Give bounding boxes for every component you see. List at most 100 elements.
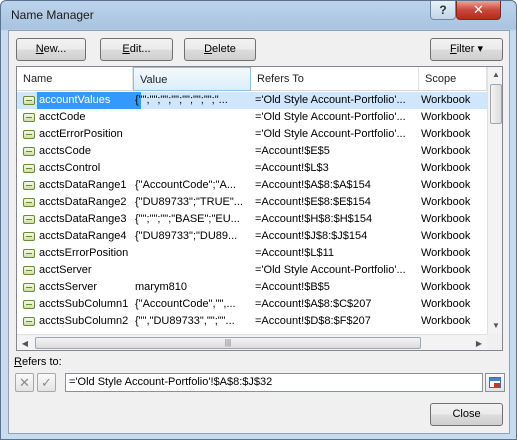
scroll-corner xyxy=(487,334,502,350)
scroll-right-icon[interactable]: ▶ xyxy=(471,335,487,350)
refers-to-cell: =Account!$A$8:$C$207 xyxy=(255,298,372,310)
scope-cell: Workbook xyxy=(421,281,471,293)
chevron-down-icon: ▾ xyxy=(477,43,484,55)
value-cell: {"AccountCode";"A... xyxy=(135,179,236,191)
column-header-refers-to[interactable]: Refers To xyxy=(251,67,419,91)
list-item[interactable]: acctsDataRange1 {"AccountCode";"A... =Acco… xyxy=(17,177,487,194)
value-cell xyxy=(135,109,249,126)
edit-button[interactable]: Edit... xyxy=(100,38,173,61)
scope-cell: Workbook xyxy=(421,145,471,157)
value-cell xyxy=(135,245,249,262)
refers-to-cell: ='Old Style Account-Portfolio'... xyxy=(255,111,406,123)
refers-to-cell: =Account!$G$8:$I$207 xyxy=(255,330,416,333)
refers-to-cell: =Account!$E$5 xyxy=(255,145,330,157)
refers-to-cell: =Account!$B$5 xyxy=(255,281,330,293)
list-item[interactable]: acctsSubColumn3{"","","";"","","";""... =… xyxy=(17,330,487,333)
refers-to-cell: ='Old Style Account-Portfolio'... xyxy=(255,128,406,140)
list-item[interactable]: acctsCode =Account!$E$5 Workbook xyxy=(17,143,487,160)
defined-name-icon xyxy=(23,96,35,105)
defined-name-icon xyxy=(23,181,35,190)
defined-name-icon xyxy=(23,147,35,156)
list-item[interactable]: acctsDataRange3 {"";"";"";"BASE";"EU... =A… xyxy=(17,211,487,228)
vertical-scroll-thumb[interactable] xyxy=(490,84,502,124)
list-item[interactable]: acctCode ='Old Style Account-Portfolio'..… xyxy=(17,109,487,126)
name-cell: acctsSubColumn1 xyxy=(39,298,129,310)
value-cell: {"DU89733";"DU89... xyxy=(135,230,238,242)
horizontal-scrollbar[interactable]: ◀ ||| ▶ xyxy=(17,334,487,350)
list-item[interactable]: acctsServer marym810 =Account!$B$5 Workbook xyxy=(17,279,487,296)
scope-cell: Workbook xyxy=(421,111,471,123)
scope-cell: Workbook xyxy=(421,298,471,310)
list-item[interactable]: acctsSubColumn1 {"AccountCode","",... =Acc… xyxy=(17,296,487,313)
defined-name-icon xyxy=(23,164,35,173)
scope-cell: Workbook xyxy=(421,213,471,225)
scroll-left-icon[interactable]: ◀ xyxy=(17,335,33,350)
list-item[interactable]: acctServer ='Old Style Account-Portfolio'… xyxy=(17,262,487,279)
scroll-down-icon[interactable]: ▼ xyxy=(488,318,502,334)
confirm-edit-icon[interactable]: ✓ xyxy=(37,373,56,392)
list-item[interactable]: accountValues {"";"";"";"";"";"";"";"... =… xyxy=(17,92,487,109)
refers-to-cell: ='Old Style Account-Portfolio'... xyxy=(255,94,406,106)
defined-name-icon xyxy=(23,198,35,207)
name-manager-window: Name Manager ? ✕ New... Edit... Delete F… xyxy=(0,0,517,440)
filter-button[interactable]: Filter ▾ xyxy=(430,38,503,61)
name-cell: acctsDataRange4 xyxy=(39,230,127,242)
refers-to-cell: =Account!$E$8:$E$154 xyxy=(255,196,371,208)
scope-cell: Workbook xyxy=(421,230,471,242)
defined-name-icon xyxy=(23,130,35,139)
refers-to-input[interactable]: ='Old Style Account-Portfolio'!$A$8:$J$3… xyxy=(65,373,483,392)
help-button[interactable]: ? xyxy=(430,1,456,20)
name-cell: acctServer xyxy=(39,264,92,276)
cancel-edit-icon[interactable]: ✕ xyxy=(15,373,34,392)
new-button[interactable]: New... xyxy=(16,38,86,61)
window-close-button[interactable]: ✕ xyxy=(456,1,501,20)
list-item[interactable]: acctsErrorPosition =Account!$L$11 Workbook xyxy=(17,245,487,262)
name-cell: acctsCode xyxy=(39,145,91,157)
horizontal-scroll-thumb[interactable]: ||| xyxy=(35,337,421,349)
defined-name-icon xyxy=(23,300,35,309)
name-cell: acctsDataRange1 xyxy=(39,179,127,191)
defined-name-icon xyxy=(23,249,35,258)
title-bar[interactable]: Name Manager ? ✕ xyxy=(1,1,516,30)
scroll-up-icon[interactable]: ▲ xyxy=(488,67,502,83)
close-button[interactable]: Close xyxy=(430,403,503,426)
name-cell: acctsControl xyxy=(39,162,101,174)
scope-cell: Workbook xyxy=(421,330,487,333)
value-cell: {"","","";"","","";""... xyxy=(135,330,249,333)
scope-cell: Workbook xyxy=(421,196,471,208)
list-item[interactable]: acctsDataRange2 {"DU89733";"TRUE"... =Acco… xyxy=(17,194,487,211)
delete-button[interactable]: Delete xyxy=(184,38,256,61)
column-header-value[interactable]: Value xyxy=(133,67,251,91)
list-item[interactable]: acctsDataRange4 {"DU89733";"DU89... =Accou… xyxy=(17,228,487,245)
vertical-scrollbar[interactable]: ▲ ▼ xyxy=(487,67,502,334)
name-cell: acctCode xyxy=(39,111,86,123)
defined-name-icon xyxy=(23,266,35,275)
column-header-scope[interactable]: Scope xyxy=(419,67,487,91)
value-cell: {"AccountCode","",... xyxy=(135,298,236,310)
name-cell: acctErrorPosition xyxy=(39,128,123,140)
names-list[interactable]: Name Value Refers To Scope accountValues… xyxy=(16,66,503,351)
window-title: Name Manager xyxy=(11,8,94,22)
scope-cell: Workbook xyxy=(421,247,471,259)
collapse-dialog-button[interactable] xyxy=(485,373,505,392)
list-item[interactable]: acctsControl =Account!$L$3 Workbook xyxy=(17,160,487,177)
value-cell xyxy=(135,160,249,177)
scope-cell: Workbook xyxy=(421,179,471,191)
defined-name-icon xyxy=(23,283,35,292)
column-header-name[interactable]: Name xyxy=(17,67,133,91)
name-cell: acctsDataRange3 xyxy=(39,213,127,225)
name-cell: acctsServer xyxy=(39,281,98,293)
scope-cell: Workbook xyxy=(421,94,471,106)
value-cell xyxy=(135,126,249,143)
refers-to-cell: =Account!$L$11 xyxy=(255,247,334,259)
scope-cell: Workbook xyxy=(421,264,471,276)
range-select-icon xyxy=(489,377,501,388)
defined-name-icon xyxy=(23,215,35,224)
name-cell: acctsDataRange2 xyxy=(39,196,127,208)
name-cell: acctsErrorPosition xyxy=(39,247,129,259)
value-cell: {"";"";"";"";"";"";"";"... xyxy=(135,94,228,106)
list-item[interactable]: acctErrorPosition ='Old Style Account-Por… xyxy=(17,126,487,143)
defined-name-icon xyxy=(23,113,35,122)
defined-name-icon xyxy=(23,317,35,326)
list-item[interactable]: acctsSubColumn2 {"","DU89733","";""... =Ac… xyxy=(17,313,487,330)
